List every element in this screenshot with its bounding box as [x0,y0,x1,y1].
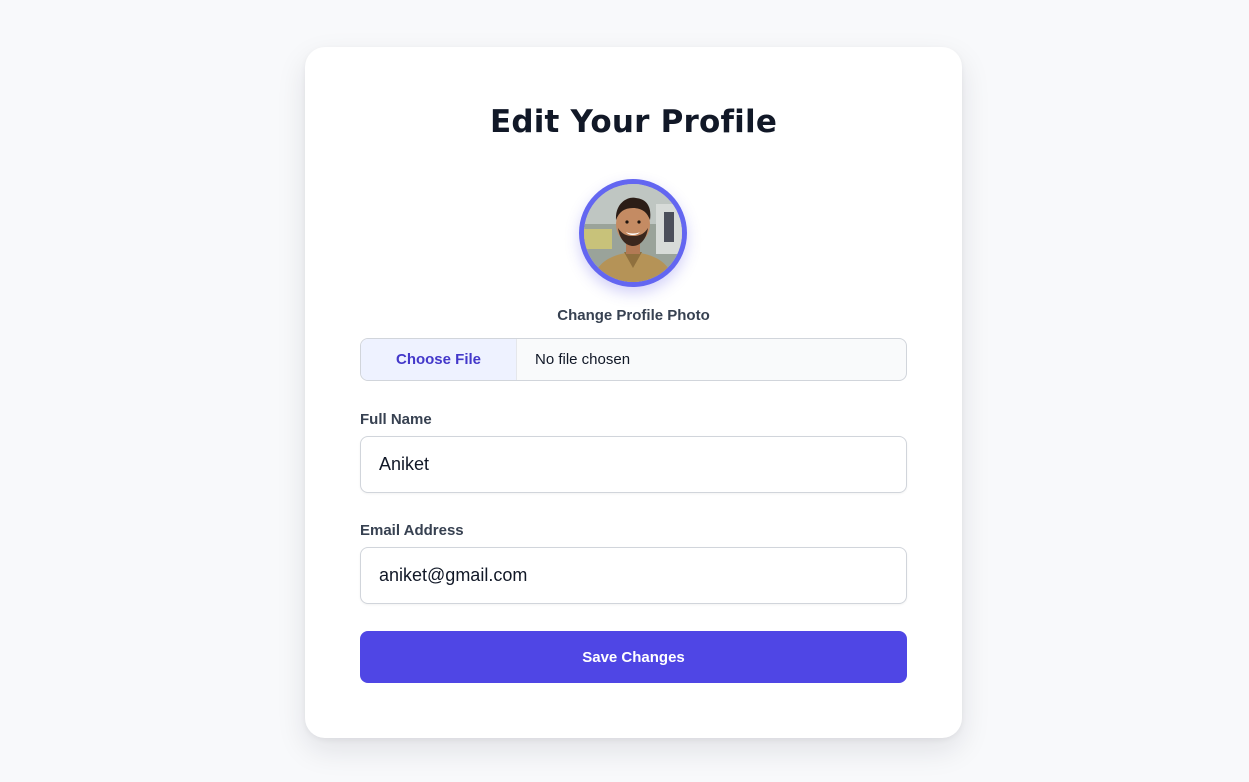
profile-card: Edit Your Profile Change Profile Photo C… [305,47,962,738]
file-status-text: No file chosen [535,351,631,368]
save-changes-button[interactable]: Save Changes [360,631,907,683]
full-name-label: Full Name [360,411,432,428]
avatar-photo [584,184,682,282]
avatar-ring [579,179,687,287]
page-title: Edit Your Profile [489,104,778,140]
choose-file-button[interactable]: Choose File [361,339,517,380]
avatar [584,184,682,282]
full-name-input[interactable] [360,436,907,493]
email-input[interactable] [360,547,907,604]
email-label: Email Address [360,522,464,539]
profile-photo-file-input[interactable]: Choose File No file chosen [360,338,907,381]
change-photo-label: Change Profile Photo [557,307,710,324]
